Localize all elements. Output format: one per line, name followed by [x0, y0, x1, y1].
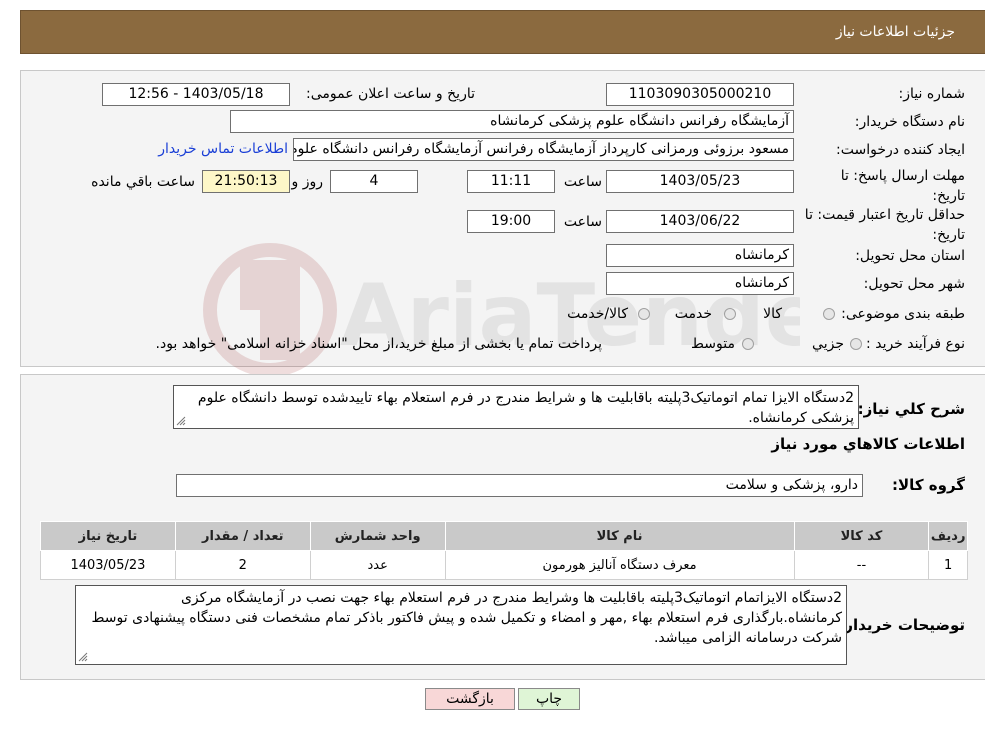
col-code: کد کالا	[793, 521, 930, 551]
page-header: جزئیات اطلاعات نیاز	[20, 10, 985, 54]
buyer-notes-textarea: 2دستگاه الایزاتمام اتوماتیک3پلیته باقابل…	[75, 585, 847, 665]
buyer-label: نام دستگاه خریدار:	[854, 114, 965, 130]
goods-group-field: دارو، پزشکی و سلامت	[176, 474, 863, 497]
col-row: رديف	[928, 521, 968, 551]
items-table: رديف کد کالا نام کالا واحد شمارش تعداد /…	[40, 521, 968, 580]
province-field: کرمانشاه	[606, 244, 794, 267]
price-validity-date-field: 1403/06/22	[606, 210, 794, 233]
announce-label: تاریخ و ساعت اعلان عمومی:	[306, 86, 475, 102]
process-minor-radio[interactable]	[850, 338, 862, 350]
buyer-contact-link[interactable]: اطلاعات تماس خریدار	[158, 141, 288, 157]
description-label: شرح کلي نياز:	[857, 400, 965, 418]
process-label: نوع فرآیند خرید :	[866, 336, 965, 352]
price-validity-time-label: ساعت	[563, 214, 602, 230]
category-goods-radio[interactable]	[823, 308, 835, 320]
col-name: نام کالا	[444, 521, 795, 551]
process-medium-radio[interactable]	[742, 338, 754, 350]
price-validity-label: حداقل تاریخ اعتبار قیمت: تا تاریخ:	[804, 207, 965, 243]
items-table-header: رديف کد کالا نام کالا واحد شمارش تعداد /…	[40, 521, 968, 551]
category-goods-label: کالا	[763, 306, 782, 322]
category-service-radio[interactable]	[724, 308, 736, 320]
need-number-field: 1103090305000210	[606, 83, 794, 106]
city-label: شهر محل تحویل:	[863, 276, 965, 292]
reply-deadline-label: مهلت ارسال پاسخ: تا تاریخ:	[840, 168, 965, 204]
days-label: روز و	[291, 174, 324, 190]
remaining-time-field: 21:50:13	[202, 170, 290, 193]
table-row: 1 -- معرف دستگاه آنالیز هورمون عدد 2 140…	[40, 550, 968, 580]
remaining-label: ساعت باقي مانده	[91, 174, 195, 190]
reply-time-label: ساعت	[563, 174, 602, 190]
reply-date-field: 1403/05/23	[606, 170, 794, 193]
goods-group-label: گروه کالا:	[892, 476, 965, 494]
col-quantity: تعداد / مقدار	[174, 521, 311, 551]
cell-row: 1	[928, 550, 968, 580]
treasury-note: پرداخت تمام یا بخشی از مبلغ خرید،از محل …	[155, 336, 602, 352]
cell-need-date: 1403/05/23	[40, 550, 176, 580]
city-field: کرمانشاه	[606, 272, 794, 295]
category-service-label: خدمت	[674, 306, 712, 322]
process-minor-label: جزیي	[812, 336, 844, 352]
cell-name: معرف دستگاه آنالیز هورمون	[444, 550, 795, 580]
col-need-date: تاریخ نیاز	[40, 521, 176, 551]
description-textarea: 2دستگاه الایزا تمام اتوماتیک3پلیته باقاب…	[173, 385, 859, 429]
creator-label: ایجاد کننده درخواست:	[836, 142, 965, 158]
col-unit: واحد شمارش	[309, 521, 446, 551]
cell-quantity: 2	[174, 550, 311, 580]
goods-info-title: اطلاعات کالاهاي مورد نياز	[771, 435, 965, 453]
buyer-notes-text: 2دستگاه الایزاتمام اتوماتیک3پلیته باقابل…	[91, 590, 842, 646]
back-button[interactable]: بازگشت	[425, 688, 515, 710]
buyer-notes-label: توضیحات خریدار:	[838, 616, 965, 634]
price-validity-time-field: 19:00	[467, 210, 555, 233]
category-label: طبقه بندی موضوعی:	[841, 306, 965, 322]
page-title: جزئیات اطلاعات نیاز	[835, 24, 955, 40]
province-label: استان محل تحویل:	[855, 248, 965, 264]
category-both-label: کالا/خدمت	[567, 306, 628, 322]
creator-field: مسعود برزوئی ورمزانی کارپرداز آزمایشگاه …	[293, 138, 794, 161]
need-number-label: شماره نیاز:	[898, 86, 966, 102]
days-field: 4	[330, 170, 418, 193]
buyer-field: آزمایشگاه رفرانس دانشگاه علوم پزشکی کرما…	[230, 110, 794, 133]
print-button[interactable]: چاپ	[518, 688, 580, 710]
process-medium-label: متوسط	[691, 336, 735, 352]
announce-field: 1403/05/18 - 12:56	[102, 83, 290, 106]
category-both-radio[interactable]	[638, 308, 650, 320]
cell-unit: عدد	[309, 550, 446, 580]
cell-code: --	[793, 550, 930, 580]
reply-time-field: 11:11	[467, 170, 555, 193]
description-text: 2دستگاه الایزا تمام اتوماتیک3پلیته باقاب…	[197, 390, 854, 426]
resize-grip-icon[interactable]	[176, 416, 186, 426]
resize-grip-icon[interactable]	[78, 652, 88, 662]
